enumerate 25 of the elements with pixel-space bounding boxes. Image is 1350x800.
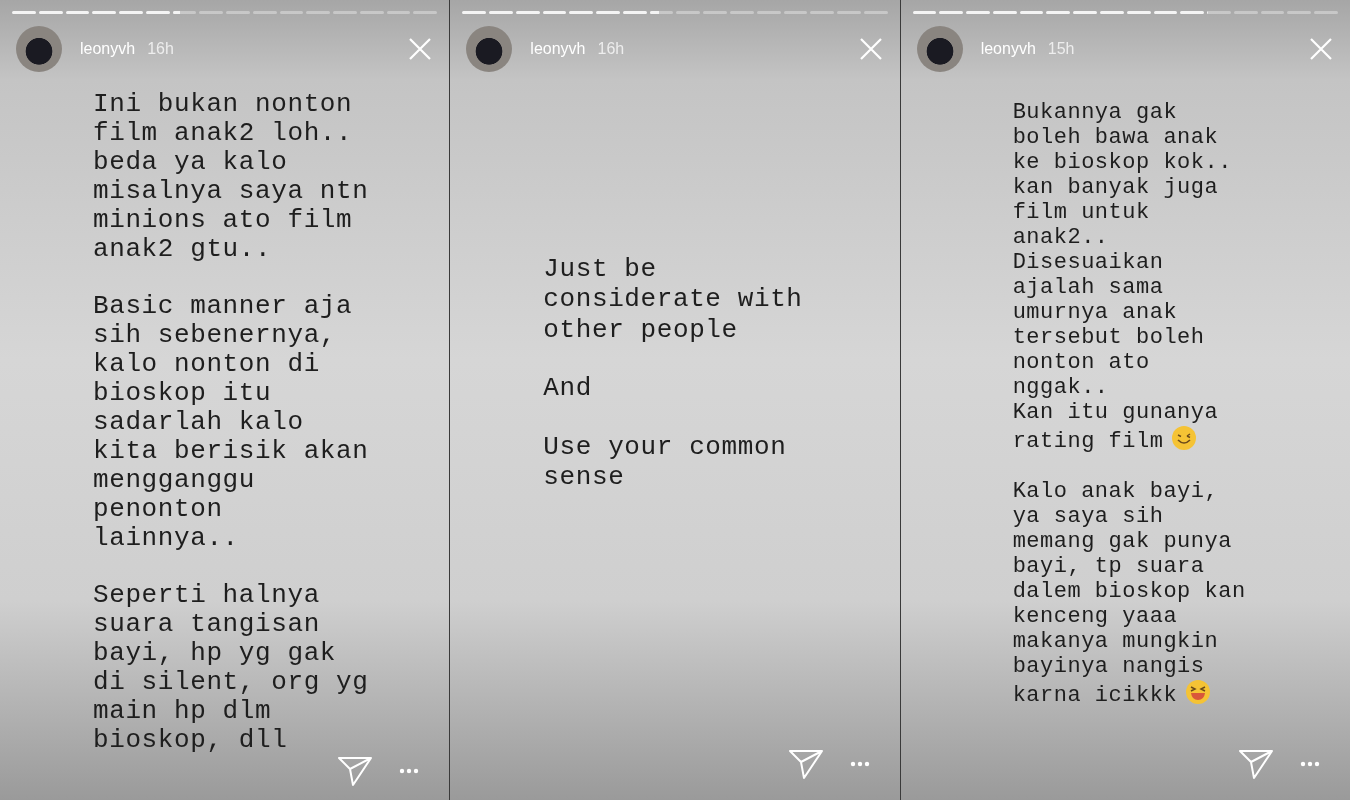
- story-text: And: [543, 373, 593, 404]
- winking-face-icon: [1171, 425, 1198, 451]
- story-text: Use your common sense: [543, 431, 788, 493]
- username[interactable]: leonyvh: [530, 40, 586, 58]
- more-icon[interactable]: [1300, 761, 1320, 767]
- more-icon[interactable]: [399, 768, 420, 774]
- send-icon[interactable]: [1238, 748, 1274, 780]
- story-text: Bukannya gak boleh bawa anak ke bioskop kok.. kan banyak juga film untuk anak2.. Disesuaikan ajalah sama umurnya anak tersebut boleh nonton ato nggak.. Kan itu gunanya rating film: [1012, 100, 1233, 454]
- close-button[interactable]: [857, 36, 884, 62]
- more-icon[interactable]: [849, 761, 870, 767]
- username[interactable]: leonyvh: [980, 40, 1036, 58]
- story-text: Seperti halnya suara tangisan bayi, hp yg gak di silent, org yg main hp dlm bioskop, dll: [93, 581, 370, 755]
- laughing-face-icon: [1185, 679, 1212, 705]
- username[interactable]: leonyvh: [80, 40, 136, 58]
- avatar[interactable]: [16, 26, 62, 72]
- story-text: Ini bukan nonton film anak2 loh.. beda ya kalo misalnya saya ntn minions ato film anak2 gtu..: [93, 90, 370, 264]
- avatar[interactable]: [466, 26, 513, 72]
- story-text: Basic manner aja sih sebenernya, kalo nonton di bioskop itu sadarlah kalo kita berisik akan mengganggu penonton lainnya..: [93, 292, 370, 553]
- send-icon[interactable]: [787, 748, 824, 780]
- close-button[interactable]: [1308, 36, 1334, 62]
- avatar[interactable]: [916, 26, 963, 72]
- send-icon[interactable]: [337, 755, 374, 787]
- close-button[interactable]: [407, 36, 434, 62]
- story-text: Just be considerate with other people: [543, 253, 804, 345]
- story-text: Kalo anak bayi, ya saya sih memang gak punya bayi, tp suara dalem bioskop kan kenceng yaaa makanya mungkin bayinya nangis karna icikkk: [1012, 479, 1247, 708]
